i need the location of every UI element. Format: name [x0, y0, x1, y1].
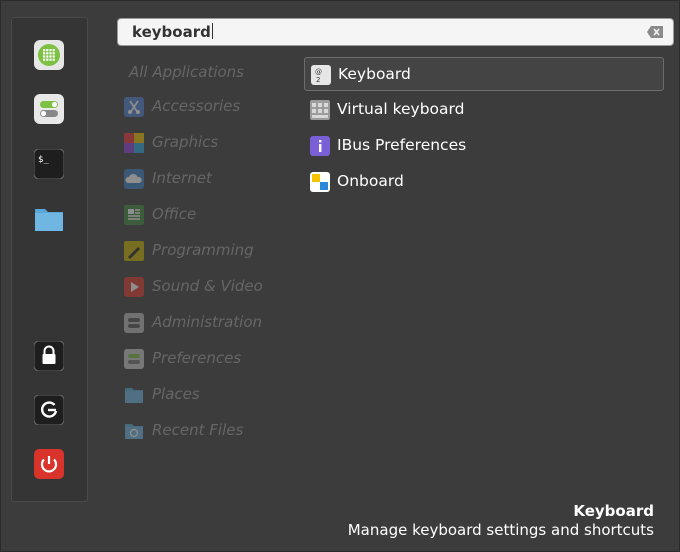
- category-label: Sound & Video: [152, 277, 263, 295]
- virtual-keyboard-icon: [310, 100, 330, 120]
- terminal-button[interactable]: $_: [34, 149, 64, 179]
- svg-text:2: 2: [316, 76, 320, 84]
- keyboard-icon: @ 2: [311, 65, 331, 85]
- category-programming[interactable]: Programming: [124, 239, 284, 263]
- folder-icon: [35, 209, 63, 231]
- power-icon: [34, 449, 64, 479]
- category-label: Recent Files: [152, 421, 244, 439]
- recent-folder-icon: [125, 424, 143, 439]
- clear-icon[interactable]: [647, 26, 663, 38]
- palette-icon: [124, 133, 144, 153]
- category-label: Internet: [152, 169, 212, 187]
- cloud-icon: [124, 169, 144, 189]
- result-onboard[interactable]: Onboard: [304, 165, 662, 199]
- grid-icon: [34, 40, 64, 70]
- category-label: Places: [152, 385, 200, 403]
- scissors-icon: [124, 97, 144, 117]
- logout-button[interactable]: [34, 395, 64, 425]
- pencil-icon: [124, 241, 144, 261]
- category-recent-files[interactable]: Recent Files: [124, 419, 284, 443]
- svg-text:$_: $_: [38, 155, 49, 165]
- system-settings-button[interactable]: [34, 94, 64, 124]
- category-accessories[interactable]: Accessories: [124, 95, 284, 119]
- category-label: Graphics: [152, 133, 219, 151]
- category-internet[interactable]: Internet: [124, 167, 284, 191]
- category-sound-video[interactable]: Sound & Video: [124, 275, 284, 299]
- logout-icon: [34, 395, 64, 425]
- category-administration[interactable]: Administration: [124, 311, 284, 335]
- result-label: Virtual keyboard: [337, 100, 465, 118]
- terminal-icon: $_: [34, 149, 64, 179]
- search-input[interactable]: keyboard: [117, 18, 674, 46]
- files-button[interactable]: [34, 204, 64, 234]
- result-label: Onboard: [337, 172, 404, 190]
- favorites-sidebar: $_: [11, 17, 88, 502]
- mint-menu-app-button[interactable]: [34, 40, 64, 70]
- result-label: IBus Preferences: [337, 136, 467, 154]
- shutdown-button[interactable]: [34, 449, 64, 479]
- text-caret: [211, 23, 213, 39]
- preferences-icon: [124, 349, 144, 369]
- document-icon: [124, 205, 144, 225]
- admin-icon: [124, 313, 144, 333]
- onboard-icon: [310, 172, 330, 192]
- info-icon: [310, 136, 330, 156]
- category-label: Programming: [152, 241, 254, 259]
- result-label: Keyboard: [338, 65, 411, 83]
- category-preferences[interactable]: Preferences: [124, 347, 284, 371]
- play-icon: [124, 277, 144, 297]
- result-virtual-keyboard[interactable]: Virtual keyboard: [304, 93, 662, 127]
- svg-text:@: @: [315, 68, 322, 76]
- category-all-applications[interactable]: All Applications: [124, 61, 284, 85]
- category-label: All Applications: [129, 63, 244, 81]
- selected-app-title: Keyboard: [573, 502, 654, 520]
- category-graphics[interactable]: Graphics: [124, 131, 284, 155]
- search-query: keyboard: [132, 23, 213, 41]
- toggle-icon: [34, 94, 64, 124]
- category-places[interactable]: Places: [124, 383, 284, 407]
- category-office[interactable]: Office: [124, 203, 284, 227]
- folder-icon: [125, 388, 143, 403]
- selected-app-description: Manage keyboard settings and shortcuts: [347, 521, 654, 539]
- category-label: Office: [152, 205, 197, 223]
- category-label: Accessories: [152, 97, 241, 115]
- result-keyboard[interactable]: @ 2 Keyboard: [304, 57, 664, 91]
- lock-screen-button[interactable]: [34, 341, 64, 371]
- result-ibus-preferences[interactable]: IBus Preferences: [304, 129, 662, 163]
- lock-icon: [34, 341, 64, 371]
- category-label: Administration: [152, 313, 263, 331]
- category-label: Preferences: [152, 349, 242, 367]
